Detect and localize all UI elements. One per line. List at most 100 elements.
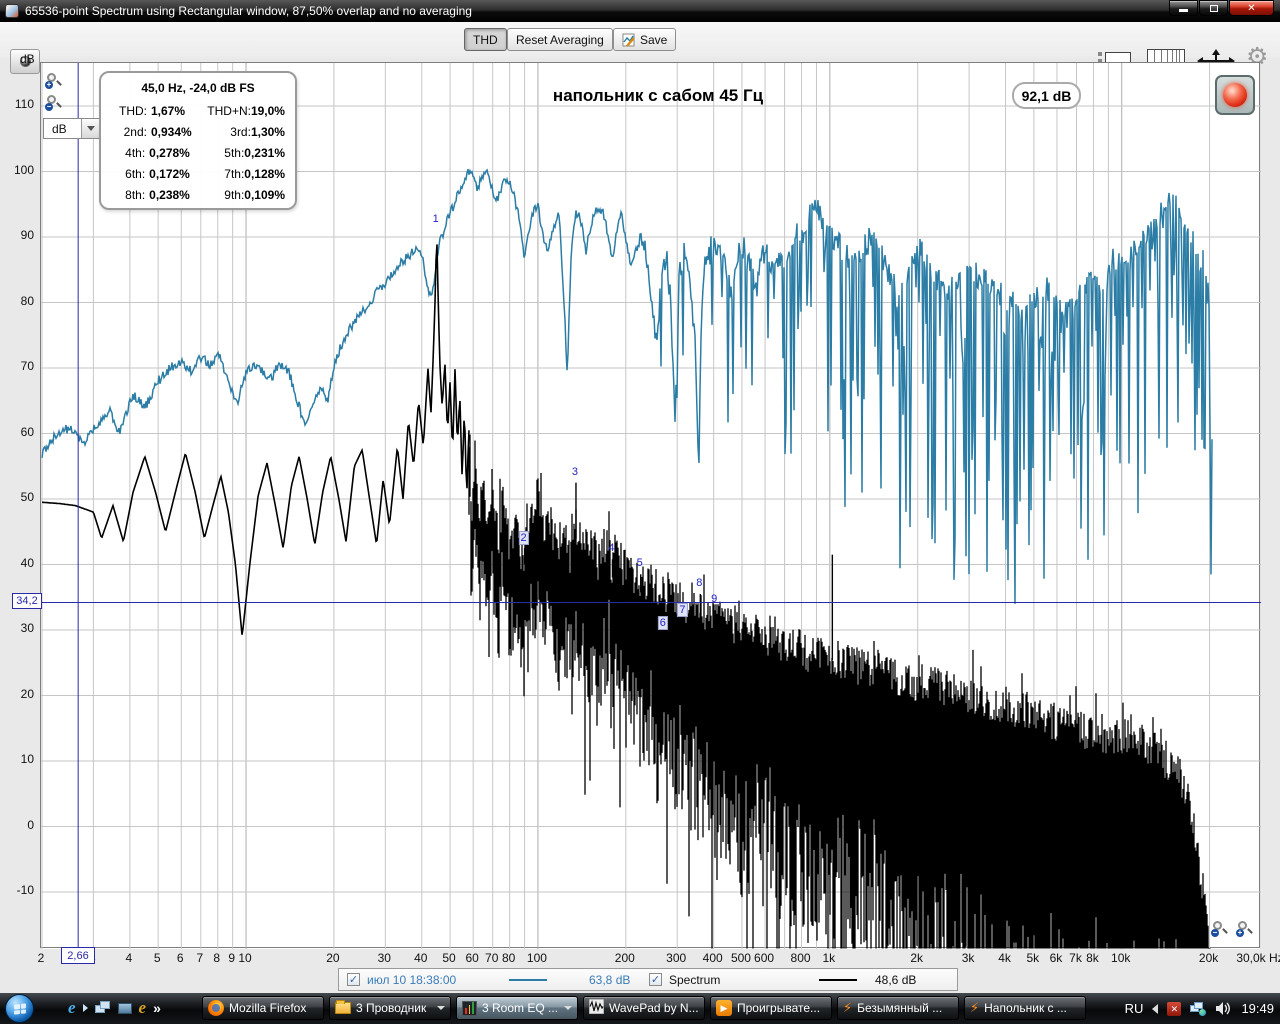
- thd-row-2: 4th: 0,278% 5th: 0,231%: [109, 143, 287, 164]
- thd-cell: THD+N:: [207, 104, 251, 118]
- quick-launch-overflow-chevron[interactable]: »: [153, 1000, 161, 1016]
- taskbar-button-label: 3 Room EQ ...: [482, 1001, 559, 1015]
- y-axis-unit-label: dB: [20, 52, 35, 66]
- close-button[interactable]: ✕: [1229, 0, 1274, 16]
- window-titlebar: 65536-point Spectrum using Rectangular w…: [0, 0, 1280, 22]
- spark-icon: ⚡: [843, 1000, 853, 1015]
- reset-averaging-button[interactable]: Reset Averaging: [507, 28, 613, 51]
- x-tick-label: 40: [414, 951, 428, 965]
- zoom-in-icon: +: [45, 80, 53, 89]
- show-desktop-icon[interactable]: [117, 1002, 132, 1014]
- restore-button[interactable]: [1199, 0, 1228, 16]
- taskbar-button-2[interactable]: 3 Room EQ ...: [456, 996, 578, 1020]
- thd-cell: 0,172%: [149, 167, 190, 181]
- internet-explorer-icon[interactable]: e: [68, 998, 76, 1018]
- rew-icon: [462, 1000, 477, 1016]
- y-axis-mode-select[interactable]: dB: [43, 118, 100, 139]
- x-tick-label: 30: [377, 951, 391, 965]
- legend-checkbox-0[interactable]: ✓: [347, 973, 360, 986]
- combo-dropdown-button[interactable]: [81, 119, 99, 138]
- thd-cell: 5th:: [224, 146, 245, 160]
- taskbar: e e » Mozilla Firefox 3 Проводник 3 Room E…: [0, 993, 1280, 1024]
- window-controls: ✕: [1168, 0, 1274, 16]
- volume-icon[interactable]: [1215, 1001, 1232, 1016]
- x-tick-label: 10k: [1111, 951, 1131, 965]
- harmonic-label-8: 8: [696, 576, 703, 589]
- thd-cell: 8th:: [125, 188, 146, 202]
- save-button[interactable]: Save: [613, 28, 677, 51]
- thd-button[interactable]: THD: [464, 28, 507, 51]
- graph-title: напольник с сабом 45 Гц: [552, 86, 764, 105]
- player-icon: ▶: [716, 1000, 732, 1016]
- start-button[interactable]: [5, 994, 34, 1023]
- taskbar-button-3[interactable]: WavePad by N...: [583, 996, 705, 1020]
- taskbar-button-label: Проигрывате...: [737, 1001, 821, 1015]
- thd-row-1: 2nd: 0,934% 3rd: 1,30%: [109, 122, 287, 143]
- legend-trace-name-0[interactable]: июл 10 18:38:00: [367, 973, 456, 987]
- legend-trace-name-1[interactable]: Spectrum: [669, 973, 720, 987]
- y-tick-label: 0: [27, 817, 34, 832]
- chevron-down-icon[interactable]: [437, 1006, 445, 1010]
- x-tick-label: 800: [790, 951, 811, 965]
- network-icon[interactable]: [1190, 1001, 1207, 1016]
- x-tick-label: 5: [153, 951, 161, 965]
- browser-gold-icon[interactable]: e: [139, 998, 147, 1018]
- legend-trace-level-0: 63,8 dB: [589, 973, 631, 987]
- thd-cell: 4th:: [125, 146, 146, 160]
- language-indicator[interactable]: RU: [1125, 1001, 1144, 1016]
- thd-cell: THD:: [118, 104, 147, 118]
- taskbar-button-label: Напольник с ...: [984, 1001, 1067, 1015]
- thd-cell: 0,128%: [244, 167, 285, 181]
- thd-cell: 9th:: [224, 188, 245, 202]
- taskbar-button-label: 3 Проводник: [356, 1001, 427, 1015]
- clock[interactable]: 19:49: [1241, 1001, 1274, 1016]
- y-tick-label: 60: [20, 424, 34, 439]
- y-tick-label: 70: [20, 359, 34, 373]
- taskbar-button-label: WavePad by N...: [609, 1001, 699, 1015]
- x-tick-label: 3k: [961, 951, 975, 965]
- x-tick-label: 20: [326, 951, 340, 965]
- close-icon: ✕: [1247, 2, 1256, 14]
- x-tick-label: 80: [501, 951, 516, 965]
- y-axis-mode-value: dB: [52, 121, 67, 136]
- x-tick-label: 7k: [1069, 951, 1082, 965]
- system-tray: RU ✕ 19:49: [1116, 993, 1274, 1024]
- record-button[interactable]: [1215, 75, 1255, 115]
- legend-checkbox-1[interactable]: ✓: [649, 973, 662, 986]
- harmonic-label-9: 9: [711, 593, 718, 606]
- zoom-in-y-button[interactable]: +: [45, 72, 62, 89]
- harmonic-label-7: 7: [677, 603, 688, 618]
- harmonic-label-2: 2: [518, 531, 529, 546]
- chevron-down-icon[interactable]: [564, 1006, 572, 1010]
- device-disconnected-icon[interactable]: ✕: [1167, 1001, 1182, 1016]
- y-tick-label: 40: [20, 555, 34, 570]
- thd-cell: 1,67%: [150, 104, 186, 118]
- x-tick-label: 20k: [1198, 951, 1219, 965]
- zoom-out-icon: −: [45, 102, 53, 111]
- x-tick-label: 200: [614, 951, 635, 965]
- taskbar-button-4[interactable]: ▶ Проигрывате...: [710, 996, 832, 1020]
- spark-icon: ⚡: [970, 1000, 980, 1015]
- quick-launch-arrow-icon[interactable]: [82, 1004, 88, 1012]
- window-switcher-icon[interactable]: [94, 1001, 111, 1015]
- thd-cell: 2nd:: [123, 125, 147, 139]
- folder-icon: [335, 1000, 351, 1014]
- thd-cell: 0,238%: [149, 188, 190, 202]
- taskbar-button-1[interactable]: 3 Проводник: [329, 996, 451, 1020]
- thd-cell: 3rd:: [230, 125, 251, 139]
- zoom-in-x-button[interactable]: +: [1236, 920, 1253, 937]
- thd-cell: 19,0%: [250, 104, 285, 118]
- x-tick-label: 8k: [1086, 951, 1099, 965]
- thd-info-panel: 45,0 Hz, -24,0 dB FS THD: 1,67% THD+N: 19,0…: [99, 71, 297, 210]
- trace-legend: ✓ июл 10 18:38:00 63,8 dB ✓ Spectrum 48,6 dB: [338, 968, 958, 991]
- legend-line-swatch-1: [819, 979, 857, 981]
- thd-cell: 0,278%: [149, 146, 190, 160]
- minimize-icon: [1179, 9, 1188, 12]
- taskbar-button-5[interactable]: ⚡ Безымянный ...: [837, 996, 959, 1020]
- zoom-out-y-button[interactable]: −: [45, 94, 62, 111]
- taskbar-button-6[interactable]: ⚡ Напольник с ...: [964, 996, 1086, 1020]
- zoom-out-x-button[interactable]: −: [1211, 920, 1228, 937]
- taskbar-button-0[interactable]: Mozilla Firefox: [202, 996, 324, 1020]
- tray-expand-icon[interactable]: [1152, 1003, 1159, 1014]
- minimize-button[interactable]: [1169, 0, 1198, 16]
